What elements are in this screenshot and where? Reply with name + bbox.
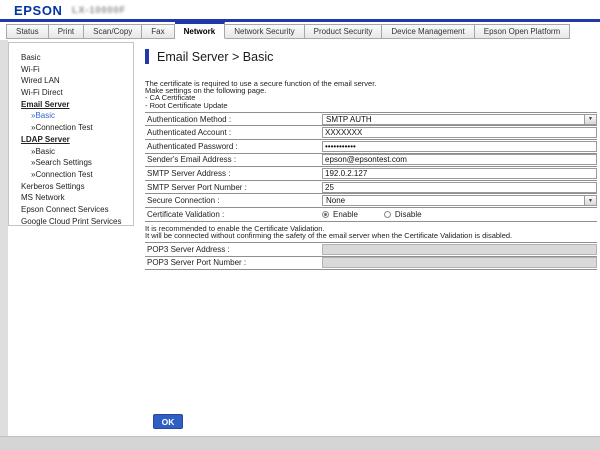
form-row-pop3-server-port: POP3 Server Port Number :	[145, 256, 597, 270]
tab-status[interactable]: Status	[6, 24, 49, 39]
form-row-smtp-server-address: SMTP Server Address :	[145, 166, 597, 180]
field-label: Authenticated Password :	[145, 142, 322, 151]
radio-selected-icon[interactable]	[322, 211, 329, 218]
tab-product-security[interactable]: Product Security	[305, 24, 383, 39]
authenticated-account-input[interactable]	[322, 127, 597, 138]
sidebar-item-epson-connect-services[interactable]: Epson Connect Services	[21, 204, 133, 216]
chevron-down-icon[interactable]: ▼	[584, 196, 596, 205]
field-label: Authentication Method :	[145, 115, 322, 124]
sidebar-item-email-server-connection-test[interactable]: »Connection Test	[21, 122, 133, 134]
sidebar-item-ms-network[interactable]: MS Network	[21, 192, 133, 204]
sidebar-item-wifi[interactable]: Wi-Fi	[21, 64, 133, 76]
epson-logo: EPSON	[14, 3, 63, 18]
form-row-authenticated-password: Authenticated Password :	[145, 139, 597, 153]
tab-scan-copy[interactable]: Scan/Copy	[84, 24, 142, 39]
field-label: SMTP Server Port Number :	[145, 183, 322, 192]
authentication-method-select[interactable]: SMTP AUTH ▼	[322, 114, 597, 125]
certificate-validation-note: It is recommended to enable the Certific…	[145, 225, 597, 239]
tab-device-management[interactable]: Device Management	[382, 24, 474, 39]
certificate-validation-radios: Enable Disable	[322, 210, 448, 219]
field-label: Certificate Validation :	[145, 210, 322, 219]
certificate-validation-disable-option[interactable]: Disable	[384, 210, 422, 219]
title-accent-bar	[145, 49, 149, 64]
form-row-authentication-method: Authentication Method : SMTP AUTH ▼	[145, 112, 597, 126]
radio-label: Disable	[395, 210, 422, 219]
secure-connection-value: None	[323, 196, 584, 205]
sidebar-group-ldap-server[interactable]: LDAP Server	[21, 134, 133, 146]
radio-label: Enable	[333, 210, 358, 219]
pop3-form: POP3 Server Address : POP3 Server Port N…	[145, 242, 597, 270]
sidebar-item-wifi-direct[interactable]: Wi-Fi Direct	[21, 87, 133, 99]
sidebar-item-ldap-basic[interactable]: »Basic	[21, 146, 133, 158]
field-label: Authenticated Account :	[145, 128, 322, 137]
secure-connection-select[interactable]: None ▼	[322, 195, 597, 206]
form-row-smtp-server-port: SMTP Server Port Number :	[145, 180, 597, 194]
field-label: POP3 Server Port Number :	[145, 258, 322, 267]
tab-fax[interactable]: Fax	[142, 24, 174, 39]
ok-button[interactable]: OK	[153, 414, 183, 429]
top-header: EPSON LX-10000F	[0, 0, 600, 19]
footer-bar	[0, 436, 600, 450]
tab-print[interactable]: Print	[49, 24, 84, 39]
description-line: Make settings on the following page.	[145, 87, 597, 94]
tab-epson-open-platform[interactable]: Epson Open Platform	[475, 24, 570, 39]
field-label: SMTP Server Address :	[145, 169, 322, 178]
form-row-authenticated-account: Authenticated Account :	[145, 125, 597, 139]
sidebar-nav: Basic Wi-Fi Wired LAN Wi-Fi Direct Email…	[8, 42, 134, 226]
radio-unselected-icon[interactable]	[384, 211, 391, 218]
printer-model-redacted: LX-10000F	[72, 5, 126, 15]
sidebar-item-wired-lan[interactable]: Wired LAN	[21, 75, 133, 87]
form-row-certificate-validation: Certificate Validation : Enable Disable	[145, 207, 597, 221]
certificate-validation-enable-option[interactable]: Enable	[322, 210, 358, 219]
authentication-method-value: SMTP AUTH	[323, 115, 584, 124]
sidebar-item-kerberos-settings[interactable]: Kerberos Settings	[21, 181, 133, 193]
left-gutter	[0, 40, 8, 437]
form-row-secure-connection: Secure Connection : None ▼	[145, 193, 597, 207]
main-content: Email Server > Basic The certificate is …	[145, 46, 597, 270]
form-row-senders-email-address: Sender's Email Address :	[145, 153, 597, 167]
sidebar-item-ldap-connection-test[interactable]: »Connection Test	[21, 169, 133, 181]
chevron-down-icon[interactable]: ▼	[584, 115, 596, 124]
sidebar-group-email-server[interactable]: Email Server	[21, 99, 133, 111]
pop3-server-port-input	[322, 257, 597, 268]
tab-network[interactable]: Network	[175, 22, 226, 39]
tab-network-security[interactable]: Network Security	[225, 24, 304, 39]
email-server-form: Authentication Method : SMTP AUTH ▼ Auth…	[145, 112, 597, 222]
sidebar-item-google-cloud-print-services[interactable]: Google Cloud Print Services	[21, 216, 133, 228]
smtp-server-port-input[interactable]	[322, 182, 597, 193]
sidebar-item-basic[interactable]: Basic	[21, 52, 133, 64]
description-line: - Root Certificate Update	[145, 102, 597, 109]
authenticated-password-input[interactable]	[322, 141, 597, 152]
field-label: Secure Connection :	[145, 196, 322, 205]
sidebar-item-ldap-search-settings[interactable]: »Search Settings	[21, 157, 133, 169]
smtp-server-address-input[interactable]	[322, 168, 597, 179]
senders-email-address-input[interactable]	[322, 154, 597, 165]
page-description: The certificate is required to use a sec…	[145, 80, 597, 109]
field-label: POP3 Server Address :	[145, 245, 322, 254]
main-tab-bar: Status Print Scan/Copy Fax Network Netwo…	[6, 22, 600, 39]
page-title: Email Server > Basic	[157, 50, 273, 64]
field-label: Sender's Email Address :	[145, 155, 322, 164]
sidebar-item-email-server-basic[interactable]: »Basic	[21, 110, 133, 122]
form-row-pop3-server-address: POP3 Server Address :	[145, 242, 597, 256]
pop3-server-address-input	[322, 244, 597, 255]
note-line: It will be connected without confirming …	[145, 232, 597, 239]
